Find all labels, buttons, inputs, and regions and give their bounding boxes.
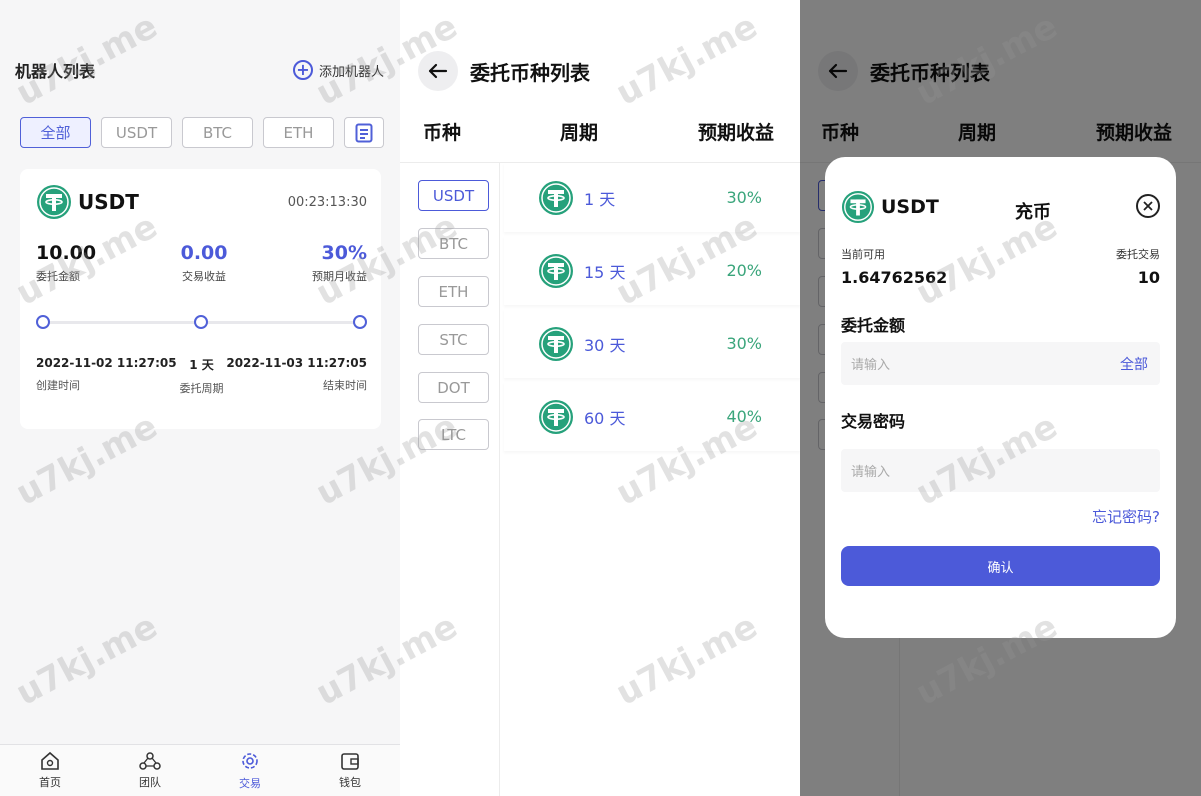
period-rate: 30% [726,188,762,207]
robot-list-header: 机器人列表 + 添加机器人 [15,55,384,85]
deposit-modal: USDT 充币 当前可用 1.64762562 委托交易 10 委托金额 请输入… [825,157,1176,638]
period-value: 1 天 [189,358,214,372]
password-label: 交易密码 [841,412,906,431]
close-icon [1143,201,1153,211]
period-rate: 40% [726,407,762,426]
coin-tab-ltc[interactable]: LTC [418,419,489,450]
filter-chip-all[interactable]: 全部 [20,117,91,148]
monthly-return-label: 预期月收益 [312,270,367,283]
period-days: 15 天 [584,262,626,282]
team-icon [139,752,161,770]
column-headers: 币种 周期 预期收益 [400,118,800,150]
coin-tab-dot[interactable]: DOT [418,372,489,403]
period-days: 30 天 [584,335,626,355]
period-rate: 30% [726,334,762,353]
filter-chip-eth[interactable]: ETH [263,117,334,148]
available-value: 1.64762562 [841,268,948,287]
period-days: 1 天 [584,189,616,209]
tether-icon [539,253,573,288]
coin-tab-eth[interactable]: ETH [418,276,489,307]
period-row[interactable]: 1 天 30% [504,163,800,232]
document-list-icon [355,123,373,142]
trade-label: 委托交易 [1116,248,1160,261]
amount-label: 委托金额 [36,270,80,283]
page-title: 机器人列表 [15,62,96,81]
add-robot-label: 添加机器人 [318,64,384,80]
coin-tab-stc[interactable]: STC [418,324,489,355]
filter-chip-usdt[interactable]: USDT [101,117,172,148]
bottom-nav: 首页 团队 交易 钱包 [0,744,400,796]
coin-list-screen: 委托币种列表 币种 周期 预期收益 USDT BTC ETH STC DOT L… [400,0,800,796]
page-title: 委托币种列表 [470,60,590,85]
forgot-password-link[interactable]: 忘记密码? [1092,506,1160,527]
robot-card[interactable]: USDT 00:23:13:30 10.00 委托金额 0.00 交易收益 30… [20,169,381,429]
start-dot [36,315,50,329]
all-button[interactable]: 全部 [1120,354,1148,374]
created-time-label: 创建时间 [36,379,80,392]
period-rate: 20% [726,261,762,280]
filter-chips: 全部 USDT BTC ETH [20,117,384,149]
coin-tab-usdt[interactable]: USDT [418,180,489,211]
col-coin: 币种 [423,122,462,144]
end-dot [353,315,367,329]
progress-track [36,315,367,329]
end-time-value: 2022-11-03 11:27:05 [226,356,367,370]
list-view-button[interactable] [344,117,384,148]
monthly-return-value: 30% [321,242,367,264]
amount-placeholder: 请输入 [851,358,891,373]
amount-label: 委托金额 [841,316,906,335]
nav-home-label: 首页 [39,776,61,789]
mid-dot [194,315,208,329]
tether-icon [539,326,573,361]
amount-value: 10.00 [36,242,97,264]
trade-value: 10 [1137,268,1160,287]
nav-team[interactable]: 团队 [100,745,200,796]
nav-team-label: 团队 [139,776,161,789]
filter-chip-btc[interactable]: BTC [182,117,253,148]
end-time-label: 结束时间 [323,379,367,392]
trade-gear-icon [242,753,258,769]
tether-icon [539,180,573,215]
tether-icon [539,399,573,434]
period-row[interactable]: 60 天 40% [504,382,800,451]
confirm-button[interactable]: 确认 [841,546,1160,586]
nav-home[interactable]: 首页 [0,745,100,796]
robot-list-screen: 机器人列表 + 添加机器人 全部 USDT BTC ETH USDT 00:23… [0,0,400,796]
password-input[interactable]: 请输入 [841,449,1160,492]
tether-icon [841,190,875,224]
nav-wallet[interactable]: 钱包 [300,745,400,796]
available-label: 当前可用 [841,248,885,261]
plus-circle-icon: + [292,60,313,80]
nav-trade[interactable]: 交易 [200,745,300,796]
coin-tab-btc[interactable]: BTC [418,228,489,259]
modal-title: 充币 [1015,202,1051,223]
top-bar: 委托币种列表 [418,48,800,94]
col-period: 周期 [560,122,599,144]
nav-trade-label: 交易 [239,777,261,790]
tether-icon [37,185,71,219]
created-time-value: 2022-11-02 11:27:05 [36,356,177,370]
back-button[interactable] [418,51,458,91]
wallet-icon [341,753,359,770]
nav-wallet-label: 钱包 [339,776,361,789]
home-icon [41,751,59,770]
period-label: 委托周期 [179,382,224,395]
arrow-left-icon [428,63,448,79]
deposit-modal-screen: 委托币种列表 币种 周期 预期收益 USDT BTC ETH STC DOT L… [800,0,1201,796]
password-placeholder: 请输入 [851,465,891,480]
close-button[interactable] [1136,194,1160,218]
period-row[interactable]: 15 天 20% [504,236,800,305]
col-return: 预期收益 [698,122,775,144]
coin-tabs: USDT BTC ETH STC DOT LTC [400,163,500,796]
period-row[interactable]: 30 天 30% [504,309,800,378]
amount-input[interactable]: 请输入 全部 [841,342,1160,385]
modal-coin-name: USDT [881,196,939,218]
profit-value: 0.00 [180,242,228,264]
countdown-timer: 00:23:13:30 [287,194,367,210]
add-robot-button[interactable]: + 添加机器人 [292,60,384,80]
period-days: 60 天 [584,408,626,428]
profit-label: 交易收益 [182,270,227,283]
coin-name: USDT [78,190,139,214]
